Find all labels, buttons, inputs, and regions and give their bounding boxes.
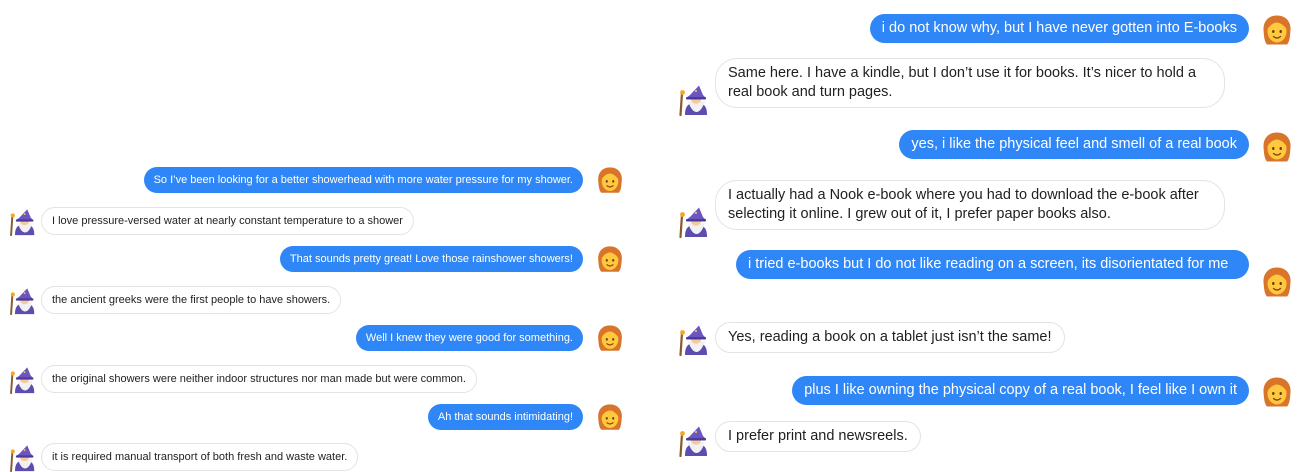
user-message-bubble: That sounds pretty great! Love those rai… — [279, 246, 583, 272]
user-message-bubble: i do not know why, but I have never gott… — [869, 14, 1249, 43]
woman-face-icon — [1261, 131, 1293, 163]
bot-message: I prefer print and newsreels. — [670, 419, 1299, 459]
wizard-icon — [677, 84, 709, 116]
woman-face-icon — [1261, 376, 1293, 408]
user-message: i do not know why, but I have never gott… — [670, 12, 1299, 48]
wizard-icon — [677, 324, 709, 356]
bot-message-bubble: it is required manual transport of both … — [41, 443, 359, 471]
wizard-icon — [8, 208, 36, 236]
bot-message: I love pressure-versed water at nearly c… — [0, 206, 630, 234]
woman-face-icon — [596, 166, 624, 194]
bot-message: Same here. I have a kindle, but I don’t … — [670, 58, 1299, 116]
wizard-icon — [677, 206, 709, 238]
right-chat-panel: i do not know why, but I have never gott… — [670, 0, 1299, 468]
user-message-bubble: Ah that sounds intimidating! — [427, 404, 583, 430]
wizard-icon — [677, 425, 709, 457]
bot-message-bubble: the ancient greeks were the first people… — [41, 286, 342, 314]
wizard-icon — [8, 366, 36, 394]
bot-message: it is required manual transport of both … — [0, 442, 630, 470]
bot-message-bubble: I actually had a Nook e-book where you h… — [715, 180, 1225, 230]
user-message-bubble: yes, i like the physical feel and smell … — [899, 130, 1249, 159]
bot-message-bubble: I prefer print and newsreels. — [715, 421, 921, 452]
user-message: Well I knew they were good for something… — [0, 323, 630, 353]
bot-message: Yes, reading a book on a tablet just isn… — [670, 320, 1299, 358]
left-chat-panel: So I’ve been looking for a better shower… — [0, 0, 630, 468]
user-message-bubble: Well I knew they were good for something… — [355, 325, 583, 351]
woman-face-icon — [1261, 14, 1293, 46]
wizard-icon — [8, 287, 36, 315]
user-message: That sounds pretty great! Love those rai… — [0, 244, 630, 274]
user-message-bubble: plus I like owning the physical copy of … — [792, 376, 1249, 405]
bot-message-bubble: Same here. I have a kindle, but I don’t … — [715, 58, 1225, 108]
user-message: yes, i like the physical feel and smell … — [670, 128, 1299, 164]
bot-message-bubble: the original showers were neither indoor… — [41, 365, 477, 393]
woman-face-icon — [596, 245, 624, 273]
woman-face-icon — [1261, 266, 1293, 298]
user-message: Ah that sounds intimidating! — [0, 402, 630, 432]
user-message: So I’ve been looking for a better shower… — [0, 165, 630, 195]
woman-face-icon — [596, 403, 624, 431]
bot-message-bubble: I love pressure-versed water at nearly c… — [41, 207, 414, 235]
user-message-bubble: i tried e-books but I do not like readin… — [736, 250, 1249, 279]
user-message: plus I like owning the physical copy of … — [670, 374, 1299, 412]
user-message-bubble: So I’ve been looking for a better shower… — [143, 167, 583, 193]
woman-face-icon — [596, 324, 624, 352]
user-message: i tried e-books but I do not like readin… — [670, 250, 1299, 308]
bot-message-bubble: Yes, reading a book on a tablet just isn… — [715, 322, 1065, 353]
bot-message: I actually had a Nook e-book where you h… — [670, 180, 1299, 238]
bot-message: the original showers were neither indoor… — [0, 364, 630, 392]
bot-message: the ancient greeks were the first people… — [0, 285, 630, 313]
